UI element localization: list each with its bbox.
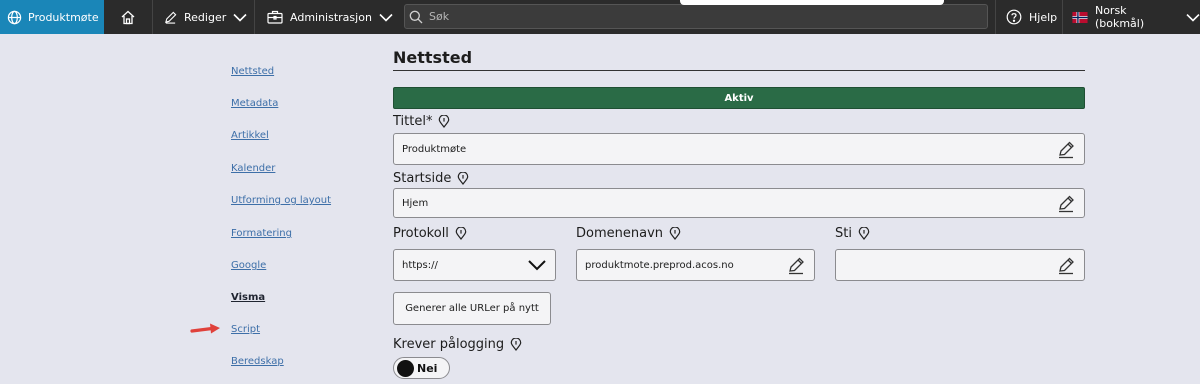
login-label-row: Krever pålogging bbox=[393, 337, 522, 352]
start-page-field[interactable]: Hjem bbox=[393, 188, 1085, 218]
top-navigation-bar: Produktmøte Rediger Administrasjon Hjelp… bbox=[0, 0, 1200, 34]
domain-field[interactable]: produktmote.preprod.acos.no bbox=[576, 249, 815, 281]
info-pin-icon[interactable] bbox=[455, 227, 467, 240]
home-button[interactable] bbox=[104, 0, 152, 34]
chevron-down-icon bbox=[1186, 13, 1200, 22]
edit-pencil-icon[interactable] bbox=[787, 257, 805, 275]
edit-pencil-icon[interactable] bbox=[1057, 195, 1075, 213]
dropdown-popover bbox=[680, 0, 944, 5]
chevron-down-icon bbox=[528, 260, 546, 271]
sidebar-item-formatering[interactable]: Formatering bbox=[231, 228, 292, 239]
edit-menu-label: Rediger bbox=[184, 10, 227, 24]
sidebar-item-artikkel[interactable]: Artikkel bbox=[231, 130, 269, 141]
toggle-knob bbox=[397, 359, 414, 377]
edit-pencil-icon[interactable] bbox=[1057, 257, 1075, 275]
language-label: Norsk (bokmål) bbox=[1094, 4, 1145, 30]
briefcase-icon bbox=[267, 10, 283, 24]
status-bar[interactable]: Aktiv bbox=[393, 87, 1085, 109]
title-label: Tittel* bbox=[393, 114, 433, 129]
admin-menu-label: Administrasjon bbox=[290, 10, 372, 24]
login-toggle-label: Nei bbox=[417, 361, 438, 375]
protocol-label: Protokoll bbox=[393, 226, 449, 241]
domain-label: Domenenavn bbox=[576, 226, 664, 241]
info-pin-icon[interactable] bbox=[858, 227, 870, 240]
sidebar-item-script[interactable]: Script bbox=[231, 324, 260, 335]
sidebar-item-visma[interactable]: Visma bbox=[231, 292, 265, 303]
chevron-down-icon bbox=[379, 13, 393, 22]
path-label-row: Sti bbox=[835, 226, 870, 241]
brand-label: Produktmøte bbox=[28, 10, 99, 24]
domain-value: produktmote.preprod.acos.no bbox=[585, 259, 734, 271]
regenerate-urls-button[interactable]: Generer alle URLer på nytt bbox=[393, 292, 551, 325]
sidebar-item-kalender[interactable]: Kalender bbox=[231, 163, 275, 174]
title-label-row: Tittel* bbox=[393, 114, 450, 129]
path-field[interactable] bbox=[835, 249, 1085, 281]
sidebar-item-metadata[interactable]: Metadata bbox=[231, 98, 278, 109]
path-label: Sti bbox=[835, 226, 852, 241]
admin-menu[interactable]: Administrasjon bbox=[254, 0, 393, 34]
edit-menu[interactable]: Rediger bbox=[152, 0, 254, 34]
info-pin-icon[interactable] bbox=[457, 172, 469, 185]
start-label-row: Startside bbox=[393, 171, 469, 186]
sidebar-item-google[interactable]: Google bbox=[231, 260, 266, 271]
title-value: Produktmøte bbox=[402, 143, 467, 155]
language-menu[interactable]: Norsk (bokmål) bbox=[1062, 0, 1200, 34]
globe-icon bbox=[7, 10, 22, 24]
sidebar-item-beredskap[interactable]: Beredskap bbox=[231, 356, 284, 367]
search-input[interactable] bbox=[429, 10, 969, 23]
brand-button[interactable]: Produktmøte bbox=[0, 0, 104, 34]
login-toggle[interactable]: Nei bbox=[393, 357, 450, 379]
protocol-value: https:// bbox=[402, 259, 438, 271]
login-label: Krever pålogging bbox=[393, 337, 505, 352]
help-label: Hjelp bbox=[1029, 10, 1058, 24]
title-field[interactable]: Produktmøte bbox=[393, 133, 1085, 165]
domain-label-row: Domenenavn bbox=[576, 226, 681, 241]
protocol-select[interactable]: https:// bbox=[393, 249, 556, 281]
arrow-right-icon bbox=[190, 323, 220, 334]
info-pin-icon[interactable] bbox=[438, 115, 450, 128]
search-icon bbox=[409, 10, 423, 23]
protocol-label-row: Protokoll bbox=[393, 226, 467, 241]
help-button[interactable]: Hjelp bbox=[995, 0, 1061, 34]
home-icon bbox=[121, 10, 135, 24]
norway-flag-icon bbox=[1072, 11, 1088, 23]
start-page-value: Hjem bbox=[402, 197, 429, 209]
title-divider bbox=[393, 70, 1085, 71]
info-pin-icon[interactable] bbox=[669, 227, 681, 240]
sidebar-item-utforming[interactable]: Utforming og layout bbox=[231, 195, 331, 206]
question-icon bbox=[1006, 9, 1022, 25]
info-pin-icon[interactable] bbox=[510, 338, 522, 351]
edit-pencil-icon[interactable] bbox=[1057, 141, 1075, 159]
pencil-icon bbox=[165, 11, 177, 24]
sidebar-item-nettsted[interactable]: Nettsted bbox=[231, 66, 274, 77]
search-box[interactable] bbox=[404, 4, 988, 29]
start-label: Startside bbox=[393, 171, 452, 186]
chevron-down-icon bbox=[233, 13, 247, 22]
page-title: Nettsted bbox=[393, 48, 473, 67]
